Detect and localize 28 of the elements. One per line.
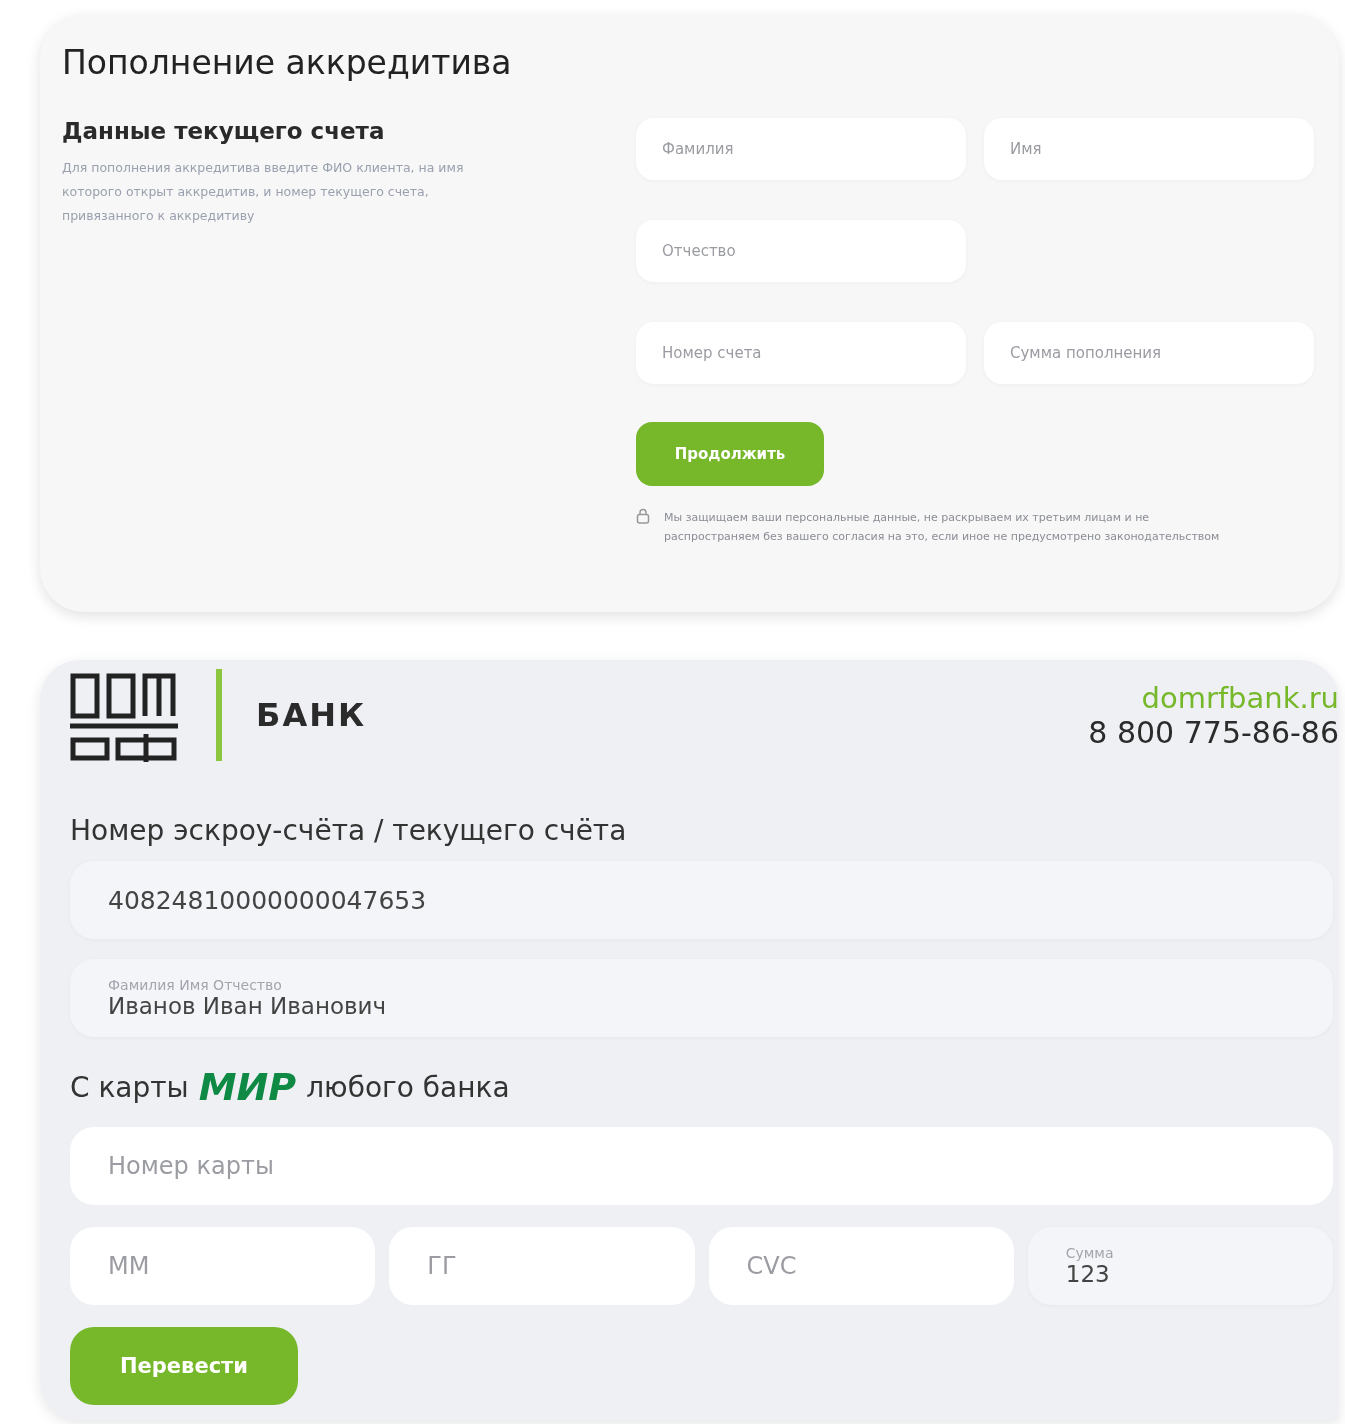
input-field[interactable]: Имя xyxy=(984,118,1314,180)
page-title: Пополнение аккредитива xyxy=(62,43,513,82)
card-field[interactable]: ГГ xyxy=(389,1227,695,1305)
field-value: 40824810000000047653 xyxy=(108,885,428,915)
phone-number: 8 800 775-86-86 xyxy=(1088,714,1339,750)
field-label: Фамилия Имя Отчество xyxy=(108,977,283,993)
input-field[interactable]: Фамилия xyxy=(636,118,966,180)
lock-icon xyxy=(636,508,650,524)
bank-label: БАНК xyxy=(256,696,367,734)
mir-logo: МИР xyxy=(198,1065,297,1109)
privacy-note: Мы защищаем ваши персональные данные, не раскрываем их третьим лицам и не распространяем без вашего согласия на это, если иное не предусмотрено законодательством xyxy=(664,510,1221,545)
card-field[interactable]: CVC xyxy=(708,1227,1014,1305)
field-label: Сумма xyxy=(1065,1245,1115,1261)
card-title: С карты xyxy=(70,1070,189,1104)
input-field[interactable]: Сумма пополнения xyxy=(984,322,1314,384)
field-value: 123 xyxy=(1065,1261,1111,1287)
input-field[interactable]: Отчество xyxy=(636,220,966,282)
card-field[interactable]: ММ xyxy=(70,1227,376,1305)
section-description: Для пополнения аккредитива введите ФИО клиента, на имя которого открыт аккредитив, и номер текущего счета, привязанного к аккредитиву xyxy=(62,159,465,225)
account-title: Номер эскроу-счёта / текущего счёта xyxy=(70,814,628,847)
account-field[interactable]: 40824810000000047653 xyxy=(70,861,1333,939)
amount-field[interactable]: Сумма 123 xyxy=(1027,1227,1333,1305)
input-field[interactable]: Номер счета xyxy=(636,322,966,384)
card-title: любого банка xyxy=(306,1070,510,1104)
account-field[interactable]: Фамилия Имя Отчество Иванов Иван Иванович xyxy=(70,959,1333,1037)
field-value: Иванов Иван Иванович xyxy=(108,993,388,1019)
card-number-field[interactable]: Номер карты xyxy=(70,1127,1333,1205)
section-title: Данные текущего счета xyxy=(62,118,386,144)
